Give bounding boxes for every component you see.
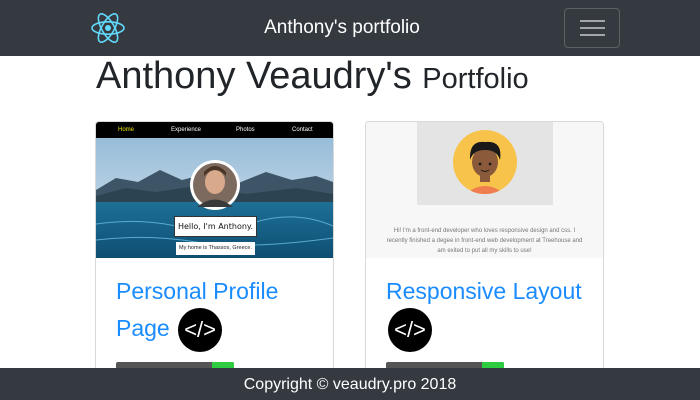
thumbnail-nav-item: Home: [118, 127, 135, 133]
project-card-responsive: Hi! I'm a front-end developer who loves …: [365, 121, 604, 400]
navbar-menu-button[interactable]: [564, 8, 620, 48]
project-title-text: Responsive Layout: [386, 278, 582, 304]
thumbnail-nav-item: Contact: [292, 127, 313, 133]
copyright-text: Copyright © veaudry.pro 2018: [243, 376, 457, 393]
avatar-frame: [417, 122, 553, 205]
project-card-profile: Home Experience Photos Contact Hello, I'…: [95, 121, 334, 400]
code-icon[interactable]: </>: [178, 308, 223, 352]
project-thumbnail-responsive[interactable]: Hi! I'm a front-end developer who loves …: [366, 122, 603, 258]
thumbnail-nav: Home Experience Photos Contact: [96, 122, 333, 138]
page-title-main: Anthony Veaudry's: [96, 55, 412, 97]
project-title-link[interactable]: Personal Profile Page </>: [116, 274, 326, 352]
project-thumbnail-profile[interactable]: Home Experience Photos Contact Hello, I'…: [96, 122, 333, 258]
landscape-image: [96, 122, 333, 258]
avatar-icon: [453, 130, 517, 194]
project-title-link[interactable]: Responsive Layout </>: [386, 274, 596, 352]
thumbnail-greeting: Hello, I'm Anthony.: [174, 216, 257, 237]
thumbnail-bio: Hi! I'm a front-end developer who loves …: [386, 228, 583, 254]
footer: Copyright © veaudry.pro 2018: [0, 368, 700, 400]
code-icon[interactable]: </>: [388, 308, 432, 352]
page-title-sub: Portfolio: [422, 63, 529, 95]
page-title: Anthony Veaudry's Portfolio: [96, 54, 529, 101]
thumbnail-caption: My home is Thassos, Greece.: [176, 242, 255, 255]
thumbnail-nav-item: Experience: [171, 127, 202, 133]
thumbnail-nav-item: Photos: [236, 127, 255, 133]
navbar: Anthony's portfolio: [0, 0, 700, 56]
